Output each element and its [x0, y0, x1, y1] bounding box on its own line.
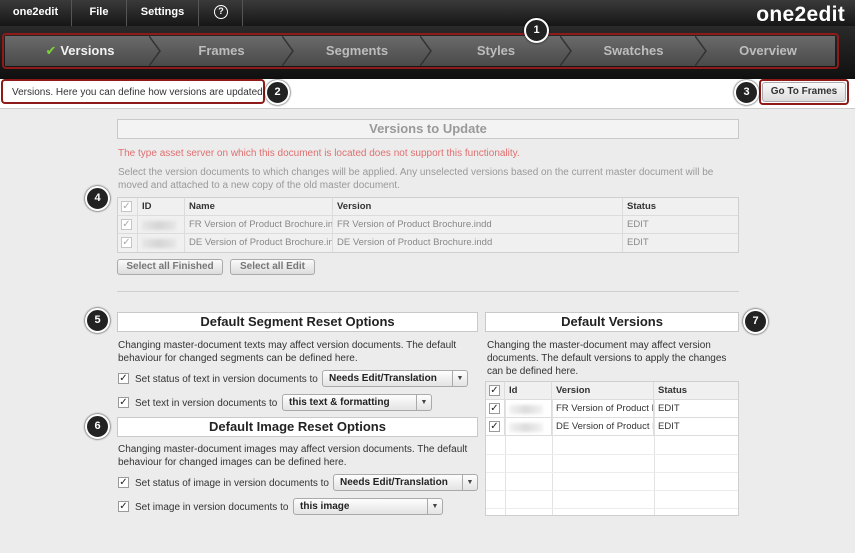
menu-bar: one2edit File Settings ? one2edit [0, 0, 855, 26]
segment-text-checkbox[interactable]: ✓ [118, 397, 129, 408]
status-cell: EDIT [627, 219, 649, 230]
menu-file[interactable]: File [72, 0, 127, 26]
image-set-select[interactable]: this image ▼ [293, 498, 443, 515]
image-status-checkbox[interactable]: ✓ [118, 477, 129, 488]
logo: one2edit [756, 3, 845, 26]
row-checkbox[interactable]: ✓ [489, 421, 500, 432]
row-select-cell: ✓ [118, 216, 138, 234]
select-value: Needs Edit/Translation [329, 373, 437, 384]
callout-badge: 7 [743, 309, 768, 334]
callout-badge: 2 [265, 80, 290, 105]
id-cell [138, 216, 185, 234]
name-cell: FR Version of Product Brochure.in [185, 216, 333, 234]
id-cell [505, 418, 552, 436]
select-all-checkbox[interactable]: ✓ [489, 385, 500, 396]
image-set-label: Set image in version documents to [135, 502, 289, 513]
menu-settings[interactable]: Settings [127, 0, 199, 26]
select-all-edit-button[interactable]: Select all Edit [230, 259, 315, 275]
callout-frame-steps [2, 33, 839, 69]
status-cell: EDIT [658, 403, 680, 414]
redacted-id [509, 423, 543, 432]
image-status-label: Set status of image in version documents… [135, 478, 329, 489]
version-cell: FR Version of Product B [552, 400, 654, 418]
version-cell: DE Version of Product Brochure.indd [333, 234, 623, 252]
table-header: ✓ Id Version Status [486, 382, 738, 400]
select-all-finished-button[interactable]: Select all Finished [117, 259, 223, 275]
segment-text-select[interactable]: this text & formatting ▼ [282, 394, 432, 411]
warning-text: The type asset server on which this docu… [118, 148, 520, 159]
version-cell: DE Version of Product B [552, 418, 654, 436]
table-row[interactable]: ✓ FR Version of Product B EDIT [486, 400, 738, 418]
row-select-cell: ✓ [118, 234, 138, 252]
callout-badge: 5 [85, 308, 110, 333]
chevron-down-icon: ▼ [427, 499, 442, 514]
column-header: Version [333, 198, 623, 216]
table-row[interactable]: ✓ FR Version of Product Brochure.in FR V… [118, 216, 738, 234]
menu-app[interactable]: one2edit [0, 0, 72, 26]
status-cell: EDIT [658, 421, 680, 432]
chevron-down-icon: ▼ [462, 475, 477, 490]
image-status-select[interactable]: Needs Edit/Translation ▼ [333, 474, 478, 491]
status-cell: EDIT [627, 237, 649, 248]
callout-frame-go [759, 79, 849, 105]
segment-status-label: Set status of text in version documents … [135, 374, 318, 385]
table-row[interactable]: ✓ DE Version of Product B EDIT [486, 418, 738, 436]
row-checkbox[interactable]: ✓ [121, 219, 132, 230]
column-header: Status [658, 385, 688, 396]
row-checkbox[interactable]: ✓ [121, 237, 132, 248]
segment-reset-title: Default Segment Reset Options [117, 312, 478, 332]
select-value: Needs Edit/Translation [340, 477, 448, 488]
versions-description: Select the version documents to which ch… [118, 167, 714, 191]
column-header: Version [552, 382, 654, 400]
step-bar: ✔ Versions Frames Segments Styles Swatche… [0, 18, 855, 79]
callout-badge: 1 [524, 18, 549, 43]
segment-status-checkbox[interactable]: ✓ [118, 373, 129, 384]
id-cell [505, 400, 552, 418]
image-reset-title: Default Image Reset Options [117, 417, 478, 437]
image-set-checkbox[interactable]: ✓ [118, 501, 129, 512]
versions-table: ✓ ID Name Version Status ✓ FR Version of… [117, 197, 739, 253]
redacted-id [509, 405, 543, 414]
callout-badge: 4 [85, 186, 110, 211]
chevron-down-icon: ▼ [452, 371, 467, 386]
chevron-down-icon: ▼ [416, 395, 431, 410]
versions-to-update-title: Versions to Update [117, 119, 739, 139]
image-reset-description: Changing master-document images may affe… [118, 444, 468, 468]
help-button[interactable]: ? [199, 0, 243, 26]
callout-badge: 3 [734, 80, 759, 105]
help-icon: ? [214, 5, 228, 19]
select-all-checkbox[interactable]: ✓ [121, 201, 132, 212]
default-versions-title: Default Versions [485, 312, 739, 332]
select-value: this text & formatting [289, 397, 390, 408]
column-header: ID [138, 198, 185, 216]
default-versions-description: Changing the master-document may affect … [487, 340, 727, 377]
table-header: ✓ ID Name Version Status [118, 198, 738, 216]
row-checkbox[interactable]: ✓ [489, 403, 500, 414]
select-value: this image [300, 501, 350, 512]
table-row[interactable]: ✓ DE Version of Product Brochure.in DE V… [118, 234, 738, 252]
column-header: Status [627, 201, 657, 212]
section-divider [117, 291, 739, 292]
segment-status-select[interactable]: Needs Edit/Translation ▼ [322, 370, 468, 387]
default-versions-table: ✓ Id Version Status ✓ FR Version of Prod… [485, 381, 739, 516]
name-cell: DE Version of Product Brochure.in [185, 234, 333, 252]
redacted-id [142, 221, 176, 230]
redacted-id [142, 239, 176, 248]
row-select-cell: ✓ [486, 418, 505, 436]
header-select-cell: ✓ [118, 198, 138, 216]
row-select-cell: ✓ [486, 400, 505, 418]
segment-text-label: Set text in version documents to [135, 398, 278, 409]
segment-reset-description: Changing master-document texts may affec… [118, 340, 457, 364]
id-cell [138, 234, 185, 252]
column-header: Id [505, 382, 552, 400]
callout-badge: 6 [85, 414, 110, 439]
callout-frame-info [1, 79, 265, 104]
header-select-cell: ✓ [486, 382, 505, 400]
column-header: Name [185, 198, 333, 216]
version-cell: FR Version of Product Brochure.indd [333, 216, 623, 234]
